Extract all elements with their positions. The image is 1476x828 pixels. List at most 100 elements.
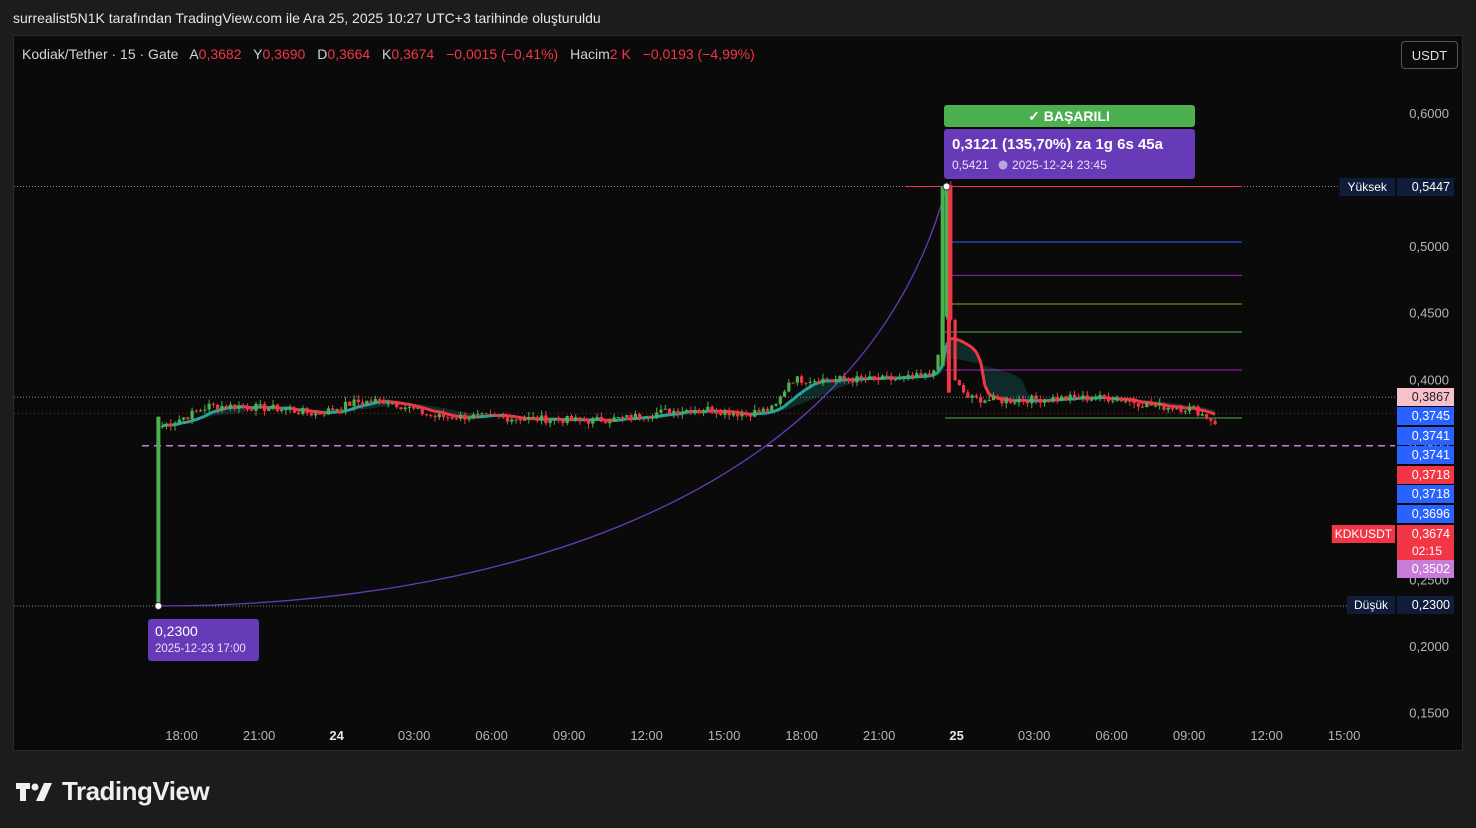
candle	[574, 417, 578, 421]
tradingview-logo-icon	[16, 782, 52, 801]
candle	[1042, 399, 1047, 403]
candle	[569, 416, 574, 421]
candle	[684, 410, 689, 412]
ma-line-segment	[217, 407, 223, 413]
price-label-value: 0,3867	[1412, 390, 1450, 404]
candle	[463, 414, 467, 420]
ma-line-segment	[767, 410, 773, 415]
candle	[552, 418, 556, 421]
candle	[902, 376, 906, 378]
high-value: 0,3690	[262, 46, 306, 62]
candle	[216, 404, 220, 410]
candle	[650, 417, 655, 419]
candle	[893, 379, 897, 381]
candle	[518, 419, 522, 421]
y-tick-label: 0,4500	[1409, 306, 1449, 321]
ma-line-segment	[400, 401, 406, 406]
ma-line-segment	[357, 404, 363, 409]
candle	[889, 376, 893, 381]
candle	[1162, 403, 1166, 410]
low-label: D	[317, 46, 328, 62]
y-tick-label: 0,5000	[1409, 239, 1449, 254]
ma-line-segment	[430, 408, 436, 413]
ma-line-segment	[1210, 411, 1216, 416]
candle	[395, 402, 399, 408]
candle	[761, 408, 765, 412]
high-marker	[942, 182, 951, 191]
x-tick-label: 09:00	[1173, 728, 1206, 743]
candle	[714, 412, 718, 414]
candle	[1170, 407, 1175, 410]
candle	[740, 413, 744, 417]
symbol-title[interactable]: Kodiak/Tether · 15 · Gate	[22, 46, 178, 62]
candle	[697, 410, 701, 412]
candle	[156, 416, 161, 606]
candle	[1115, 398, 1119, 401]
candle	[591, 418, 595, 424]
candle	[1068, 394, 1072, 400]
open-value: 0,3682	[198, 46, 242, 62]
ma-line-segment	[183, 420, 189, 425]
price-label-value: 0,3741	[1412, 429, 1450, 443]
candle	[437, 413, 441, 418]
ma-line-segment	[507, 414, 512, 418]
candle	[1077, 397, 1081, 399]
candle	[1136, 403, 1140, 407]
candle	[855, 376, 859, 383]
candle	[467, 418, 471, 420]
candle	[1119, 398, 1123, 402]
candle	[983, 400, 987, 403]
ma-line-segment	[315, 410, 321, 414]
price-label-value: 0,2300	[1412, 598, 1450, 612]
price-tag-label: KDKUSDT	[1335, 527, 1393, 541]
volume-value: 2 K	[609, 46, 631, 62]
candle	[659, 409, 663, 413]
candle	[927, 373, 932, 376]
candle	[382, 399, 386, 404]
candle	[748, 414, 753, 417]
candle	[322, 414, 326, 416]
candle	[1064, 396, 1068, 400]
ma-line-segment	[434, 409, 440, 414]
candle	[1085, 395, 1089, 401]
candle	[923, 373, 927, 376]
candle	[834, 379, 838, 381]
x-tick-label: 18:00	[785, 728, 818, 743]
candle	[1192, 406, 1196, 408]
candle	[727, 410, 731, 416]
low-price: 0,2300	[155, 623, 198, 639]
candle	[906, 374, 910, 377]
candle	[962, 385, 966, 393]
candle	[1051, 397, 1055, 402]
candle	[996, 396, 1000, 400]
ma-line-segment	[195, 416, 202, 421]
candle	[1017, 399, 1021, 403]
currency-button[interactable]: USDT	[1401, 41, 1458, 69]
candle	[514, 419, 518, 421]
ma-line-segment	[1137, 399, 1143, 404]
candle	[309, 413, 314, 416]
candle	[859, 376, 863, 379]
candle	[177, 419, 181, 423]
candle	[1055, 397, 1059, 401]
candle	[450, 417, 454, 419]
candle	[459, 414, 463, 419]
candle	[974, 395, 978, 397]
candle	[420, 407, 424, 415]
candle	[488, 413, 493, 415]
candle	[1047, 399, 1051, 402]
candle	[642, 418, 646, 420]
low-value: 0,3664	[327, 46, 371, 62]
candle	[774, 404, 778, 406]
ma-line-segment	[187, 419, 193, 424]
candle	[1098, 394, 1102, 399]
candle	[416, 407, 420, 409]
candle	[386, 403, 390, 405]
ma-line-segment	[332, 410, 338, 414]
candle	[1123, 400, 1128, 402]
ma-line-segment	[665, 413, 670, 417]
candle	[1102, 394, 1106, 398]
x-tick-label: 12:00	[1250, 728, 1283, 743]
ma-line-segment	[319, 410, 325, 415]
price-chart[interactable]: 0,15000,20000,25000,30000,35000,40000,45…	[0, 0, 1476, 828]
